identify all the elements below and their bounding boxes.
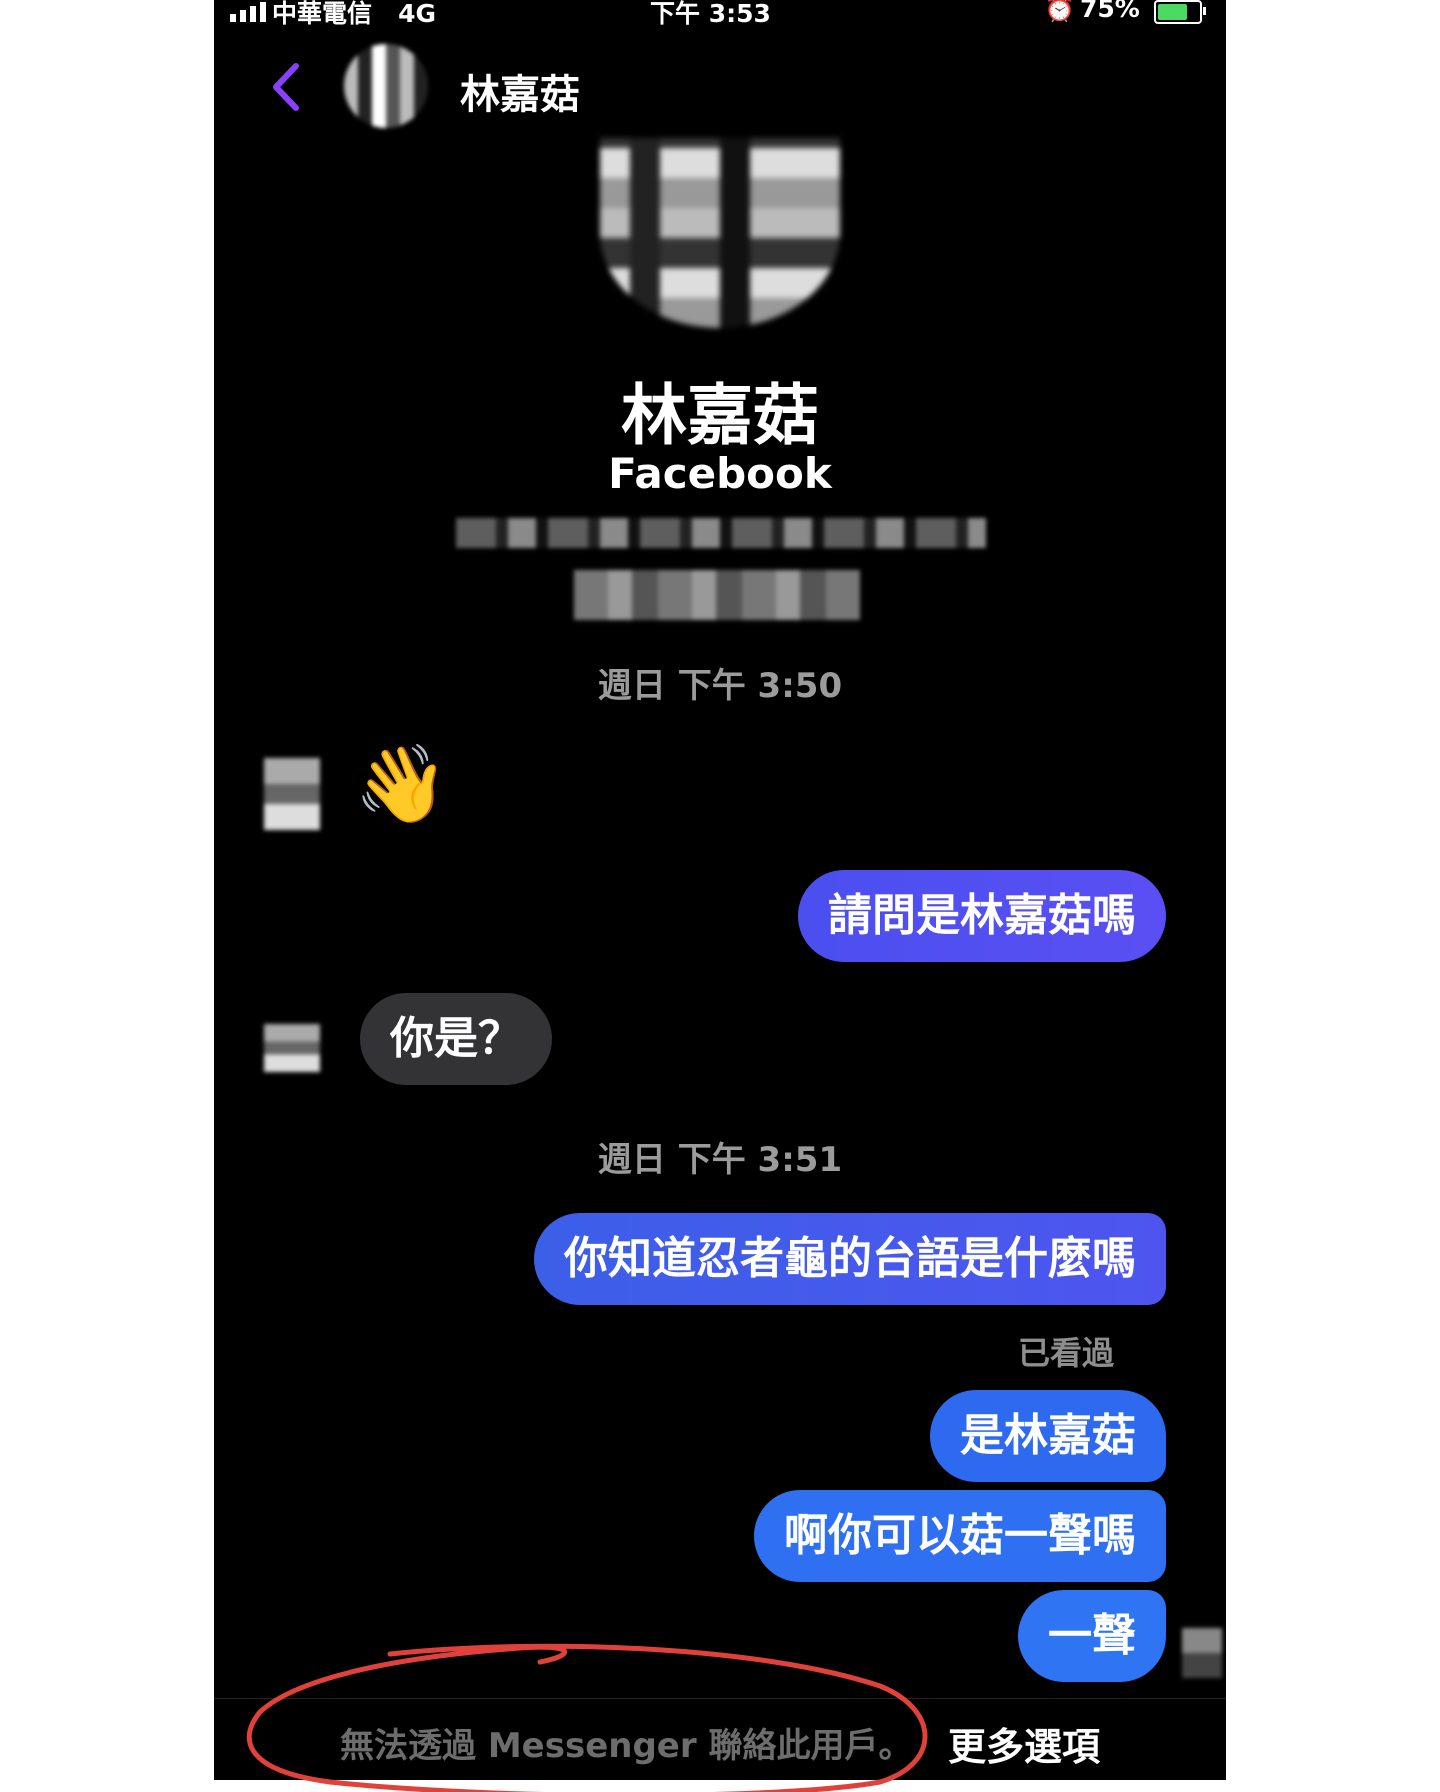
incoming-message[interactable]: 你是？ <box>360 993 552 1085</box>
header-avatar[interactable] <box>344 44 428 128</box>
read-receipt-avatar <box>1182 1628 1222 1678</box>
chevron-left-icon[interactable] <box>266 60 306 114</box>
sender-avatar[interactable] <box>264 1024 320 1072</box>
profile-platform: Facebook <box>608 449 832 498</box>
redacted-info-line-2 <box>574 570 860 620</box>
message-timestamp: 週日 下午 3:51 <box>597 1140 843 1180</box>
messenger-screen: 中華電信 4G 下午 3:53 ⏰ 75% 林嘉菇 林嘉菇 Facebook 週… <box>214 0 1226 1780</box>
network-type: 4G <box>398 0 437 28</box>
seen-indicator: 已看過 <box>1017 1334 1114 1372</box>
outgoing-message[interactable]: 你知道忍者龜的台語是什麼嗎 <box>534 1213 1166 1305</box>
carrier-name: 中華電信 <box>272 0 373 28</box>
outgoing-message[interactable]: 請問是林嘉菇嗎 <box>798 870 1166 962</box>
more-options-button[interactable]: 更多選項 <box>948 1716 1100 1771</box>
cannot-contact-notice: 無法透過 Messenger 聯絡此用戶。 <box>340 1726 913 1766</box>
status-bar: 中華電信 4G 下午 3:53 ⏰ 75% <box>214 0 1226 28</box>
header-contact-name[interactable]: 林嘉菇 <box>460 62 580 120</box>
profile-photo[interactable] <box>600 138 840 328</box>
battery-percent: 75% <box>1080 0 1140 23</box>
footer-divider <box>214 1698 1226 1699</box>
sender-avatar[interactable] <box>264 758 320 830</box>
signal-icon <box>230 2 266 22</box>
outgoing-message[interactable]: 是林嘉菇 <box>930 1390 1166 1482</box>
outgoing-message[interactable]: 一聲 <box>1018 1590 1166 1682</box>
battery-icon <box>1154 0 1206 24</box>
wave-emoji-message[interactable]: 👋 <box>354 746 449 822</box>
status-time: 下午 3:53 <box>650 0 771 28</box>
carrier-label: 中華電信 4G <box>272 0 436 30</box>
alarm-icon: ⏰ <box>1044 0 1076 23</box>
profile-name: 林嘉菇 <box>621 377 819 454</box>
battery-fill <box>1158 4 1187 20</box>
redacted-info-line-1 <box>456 518 986 548</box>
message-timestamp: 週日 下午 3:50 <box>597 666 843 706</box>
outgoing-message[interactable]: 啊你可以菇一聲嗎 <box>754 1490 1166 1582</box>
